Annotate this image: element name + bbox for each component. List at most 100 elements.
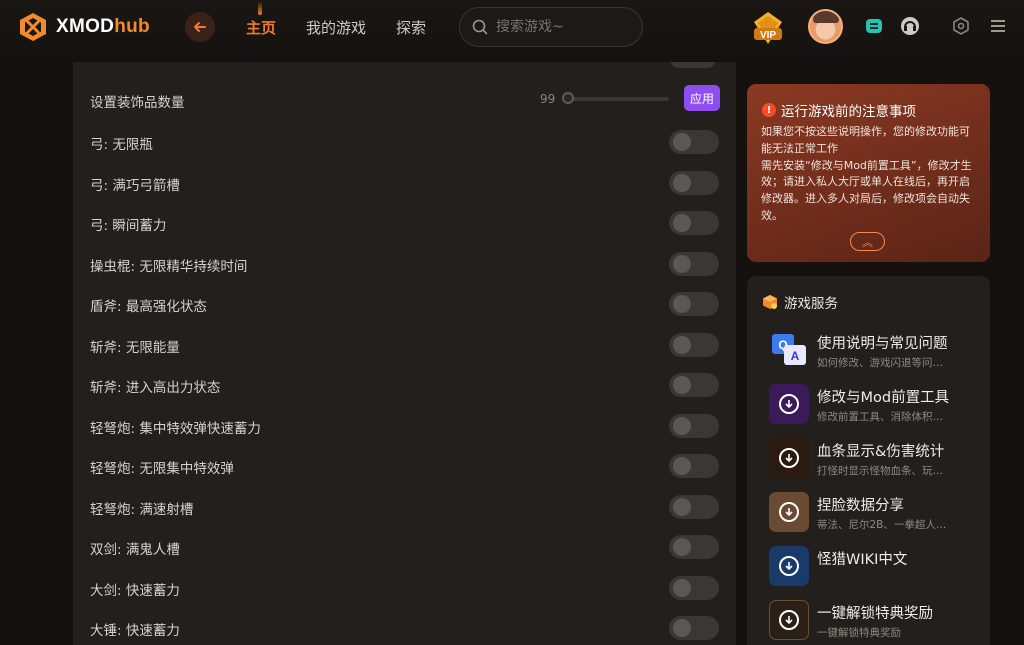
toggle-switch[interactable]	[669, 292, 719, 316]
toggle-switch[interactable]	[669, 414, 719, 438]
toggle-row: 轻弩炮: 满速射槽	[73, 487, 736, 527]
top-bar: XMODhub 主页 我的游戏 探索 VIP	[0, 0, 1024, 62]
search-input[interactable]	[496, 19, 626, 35]
decor-slider-track[interactable]	[565, 97, 669, 101]
service-title: 怪猎WIKI中文	[817, 552, 908, 568]
service-title: 使用说明与常见问题	[817, 336, 948, 352]
toggle-row: 大锤: 快速蓄力	[73, 608, 736, 645]
nav-item-explore[interactable]: 探索	[396, 17, 426, 38]
toggle-row: 弓: 无限瓶	[73, 122, 736, 162]
row-label: 斩斧: 无限能量	[90, 340, 180, 356]
download-icon	[769, 384, 809, 424]
service-subtitle: 打怪时显示怪物血条、玩…	[817, 465, 943, 477]
headset-icon[interactable]	[900, 16, 920, 36]
download-icon	[769, 546, 809, 586]
toggle-switch[interactable]	[669, 130, 719, 154]
notice-line: 需先安装“修改与Mod前置工具”，修改才生效；请进入私人大厅或单人在线后，再开启…	[761, 158, 972, 222]
slider-value: 99	[540, 92, 556, 106]
row-label: 轻弩炮: 无限集中特效弹	[90, 461, 234, 477]
apply-button[interactable]: 应用	[684, 85, 720, 111]
toggle-row: 盾斧: 最高强化状态	[73, 284, 736, 324]
settings-hex-icon[interactable]	[951, 16, 971, 36]
main-nav: 主页 我的游戏 探索	[246, 1, 456, 38]
arrow-left-icon	[194, 22, 206, 32]
back-button[interactable]	[185, 12, 215, 42]
notice-title: ! 运行游戏前的注意事项	[762, 100, 916, 120]
service-subtitle: 蒂法、尼尔2B、一拳超人…	[817, 519, 947, 531]
toggle-switch[interactable]	[669, 616, 719, 640]
chevron-up-icon: ︽	[862, 235, 873, 249]
logo[interactable]: XMODhub	[18, 12, 150, 42]
gamepad-icon[interactable]	[864, 16, 884, 36]
service-item-hp-bar[interactable]: 血条显示&伤害统计 打怪时显示怪物血条、玩…	[769, 438, 979, 482]
decor-slider-thumb[interactable]	[562, 92, 574, 104]
row-label: 斩斧: 进入高出力状态	[90, 380, 221, 396]
toggle-row: 弓: 瞬间蓄力	[73, 203, 736, 243]
toggle-switch[interactable]	[669, 252, 719, 276]
svg-text:VIP: VIP	[760, 30, 776, 41]
toggle-switch[interactable]	[669, 495, 719, 519]
row-label: 大锤: 快速蓄力	[90, 623, 180, 639]
download-icon	[769, 438, 809, 478]
toggle-row: 双剑: 满鬼人槽	[73, 527, 736, 567]
toggle-switch[interactable]	[669, 171, 719, 195]
row-label: 双剑: 满鬼人槽	[90, 542, 180, 558]
nav-item-home[interactable]: 主页	[246, 1, 276, 38]
toggle-row: 轻弩炮: 无限集中特效弹	[73, 446, 736, 486]
download-icon	[769, 600, 809, 640]
service-item-unlock-rewards[interactable]: 一键解锁特典奖励 一键解锁特典奖励	[769, 600, 979, 644]
toggle-switch[interactable]	[669, 535, 719, 559]
toggle-switch[interactable]	[669, 454, 719, 478]
toggle-row: 轻弩炮: 集中特效弹快速蓄力	[73, 406, 736, 446]
toggle-row: 弓: 满巧弓箭槽	[73, 163, 736, 203]
service-item-mod-tool[interactable]: 修改与Mod前置工具 修改前置工具、消除体积…	[769, 384, 979, 428]
nav-item-my-games[interactable]: 我的游戏	[306, 17, 366, 38]
notice-card: ! 运行游戏前的注意事项 如果您不按这些说明操作，您的修改功能可能无法正常工作 …	[747, 84, 990, 262]
toggle-row: 斩斧: 进入高出力状态	[73, 365, 736, 405]
service-title: 修改与Mod前置工具	[817, 390, 950, 406]
toggle-switch[interactable]	[669, 576, 719, 600]
mod-options-panel: 设置装饰品数量 99 应用 弓: 无限瓶 弓: 满巧弓箭槽 弓: 瞬间蓄力 操虫…	[73, 62, 736, 645]
search-icon	[472, 19, 488, 35]
search-box[interactable]	[459, 7, 643, 47]
service-title: 一键解锁特典奖励	[817, 606, 933, 622]
service-subtitle: 一键解锁特典奖励	[817, 627, 901, 639]
toggle-row: 斩斧: 无限能量	[73, 325, 736, 365]
menu-icon[interactable]	[990, 18, 1006, 37]
user-avatar[interactable]	[808, 9, 843, 44]
decor-count-row: 设置装饰品数量 99 应用	[73, 80, 736, 120]
row-label: 轻弩炮: 满速射槽	[90, 502, 194, 518]
toggle-row: 操虫棍: 无限精华持续时间	[73, 244, 736, 284]
service-item-wiki[interactable]: 怪猎WIKI中文	[769, 546, 979, 590]
row-label: 弓: 满巧弓箭槽	[90, 178, 180, 194]
notice-title-text: 运行游戏前的注意事项	[781, 104, 916, 120]
notice-body: 如果您不按这些说明操作，您的修改功能可能无法正常工作 需先安装“修改与Mod前置…	[761, 124, 977, 225]
row-label: 弓: 无限瓶	[90, 137, 153, 153]
toggle-switch[interactable]	[669, 333, 719, 357]
row-label: 操虫棍: 无限精华持续时间	[90, 259, 248, 275]
service-item-guide[interactable]: Q A 使用说明与常见问题 如何修改、游戏闪退等问…	[769, 330, 979, 374]
xmod-logo-icon	[20, 13, 46, 41]
toggle-row: 大剑: 快速蓄力	[73, 568, 736, 608]
toggle-switch[interactable]	[669, 373, 719, 397]
warning-icon: !	[762, 103, 776, 117]
download-icon	[769, 492, 809, 532]
service-subtitle: 修改前置工具、消除体积…	[817, 411, 943, 423]
box-icon	[763, 295, 777, 309]
notice-line: 如果您不按这些说明操作，您的修改功能可能无法正常工作	[761, 125, 970, 155]
qa-icon: Q A	[769, 330, 809, 370]
toggle-switch[interactable]	[670, 62, 716, 68]
service-title: 血条显示&伤害统计	[817, 444, 945, 460]
svg-text:A: A	[791, 349, 800, 363]
service-title: 捏脸数据分享	[817, 498, 904, 514]
brand-name: XMODhub	[56, 16, 150, 37]
row-label: 设置装饰品数量	[90, 95, 185, 111]
toggle-switch[interactable]	[669, 211, 719, 235]
service-item-face-data[interactable]: 捏脸数据分享 蒂法、尼尔2B、一拳超人…	[769, 492, 979, 536]
service-subtitle: 如何修改、游戏闪退等问…	[817, 357, 943, 369]
row-label: 弓: 瞬间蓄力	[90, 218, 167, 234]
collapse-button[interactable]: ︽	[850, 232, 885, 251]
row-label: 盾斧: 最高强化状态	[90, 299, 207, 315]
vip-badge-icon[interactable]: VIP	[750, 10, 786, 46]
services-title: 游戏服务	[762, 292, 838, 312]
